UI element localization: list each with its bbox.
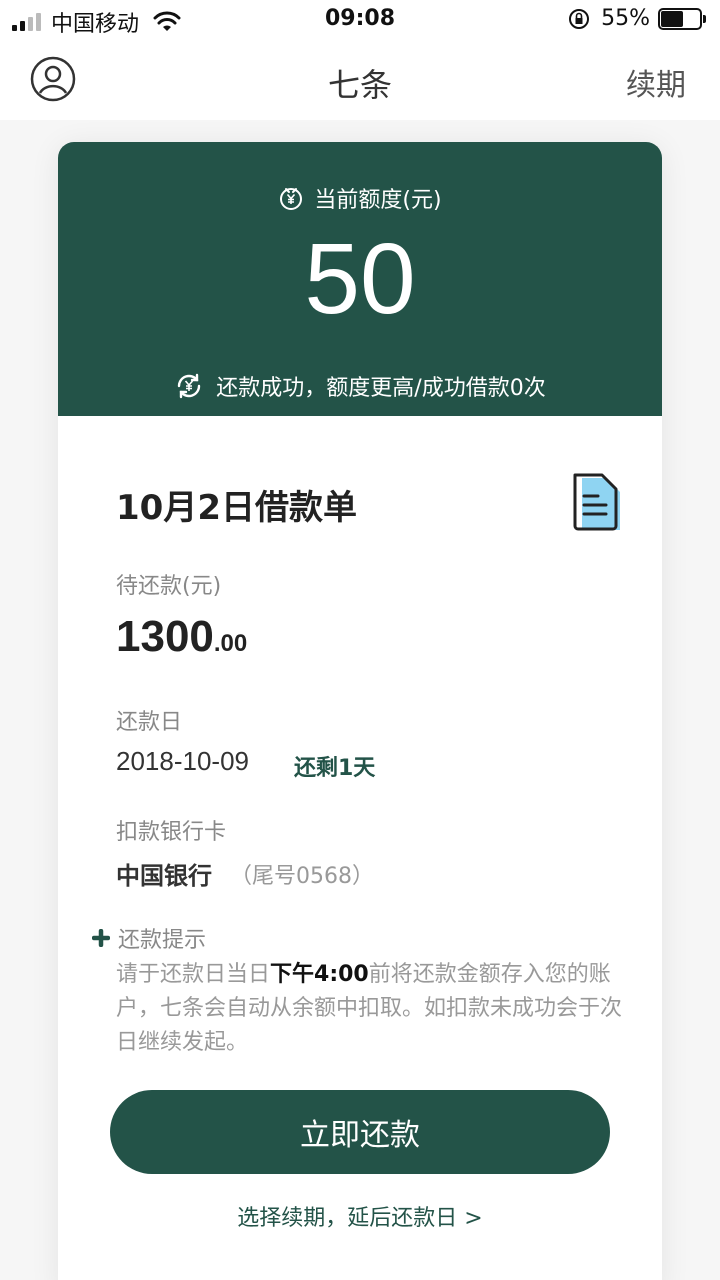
status-bar: 中国移动 09:08 55% xyxy=(0,0,720,40)
days-left: 还剩1天 xyxy=(294,756,376,781)
plus-icon xyxy=(92,929,110,947)
due-date: 2018-10-09 xyxy=(116,746,249,776)
repay-now-button[interactable]: 立即还款 xyxy=(110,1090,610,1174)
repay-tip-title: 还款提示 xyxy=(118,928,207,953)
tip-text-time: 下午4:00 xyxy=(270,962,369,987)
renew-link[interactable]: 续期 xyxy=(626,60,686,104)
pending-amount-decimal: .00 xyxy=(213,630,248,657)
quota-tip: 还款成功，额度更高/成功借款0次 xyxy=(216,376,546,401)
battery-percent: 55% xyxy=(601,6,650,31)
quota-label: 当前额度(元) xyxy=(314,188,442,213)
bank-card-label: 扣款银行卡 xyxy=(116,820,227,845)
bank-name: 中国银行 xyxy=(116,862,212,890)
pending-amount: 1300.00 xyxy=(116,612,247,662)
status-right: 55% xyxy=(567,6,706,31)
quota-label-row: 当前额度(元) xyxy=(58,182,662,214)
refresh-yuan-icon xyxy=(178,373,201,399)
quota-tip-row: 还款成功，额度更高/成功借款0次 xyxy=(58,370,662,402)
due-date-label: 还款日 xyxy=(116,710,183,735)
loan-order-title: 10月2日借款单 xyxy=(116,488,357,528)
pending-amount-label: 待还款(元) xyxy=(116,574,222,599)
pending-amount-integer: 1300 xyxy=(116,612,214,661)
repay-tip-body: 请于还款日当日下午4:00前将还款金额存入您的账户，七条会自动从余额中扣取。如扣… xyxy=(116,958,630,1060)
document-icon[interactable] xyxy=(572,472,624,534)
yuan-coin-icon xyxy=(280,188,303,210)
quota-header: 当前额度(元) 50 还款成功，额度更高/成功借款0次 xyxy=(58,142,662,416)
nav-bar: 七条 续期 xyxy=(0,40,720,120)
screen: 中国移动 09:08 55% 七条 续期 当前额度(元) 50 还款成功，额度更… xyxy=(0,0,720,1280)
rotation-lock-icon xyxy=(569,8,590,29)
extend-repay-link[interactable]: 选择续期，延后还款日 > xyxy=(58,1200,662,1232)
repay-tip-heading: 还款提示 xyxy=(92,922,206,954)
tip-text-pre: 请于还款日当日 xyxy=(116,962,271,987)
quota-value: 50 xyxy=(304,223,416,335)
battery-icon xyxy=(658,7,706,30)
page-title: 七条 xyxy=(327,66,392,104)
bank-card-tail: （尾号0568） xyxy=(230,864,374,889)
loan-card: 当前额度(元) 50 还款成功，额度更高/成功借款0次 10月2日借款单 待还款… xyxy=(58,142,662,1280)
